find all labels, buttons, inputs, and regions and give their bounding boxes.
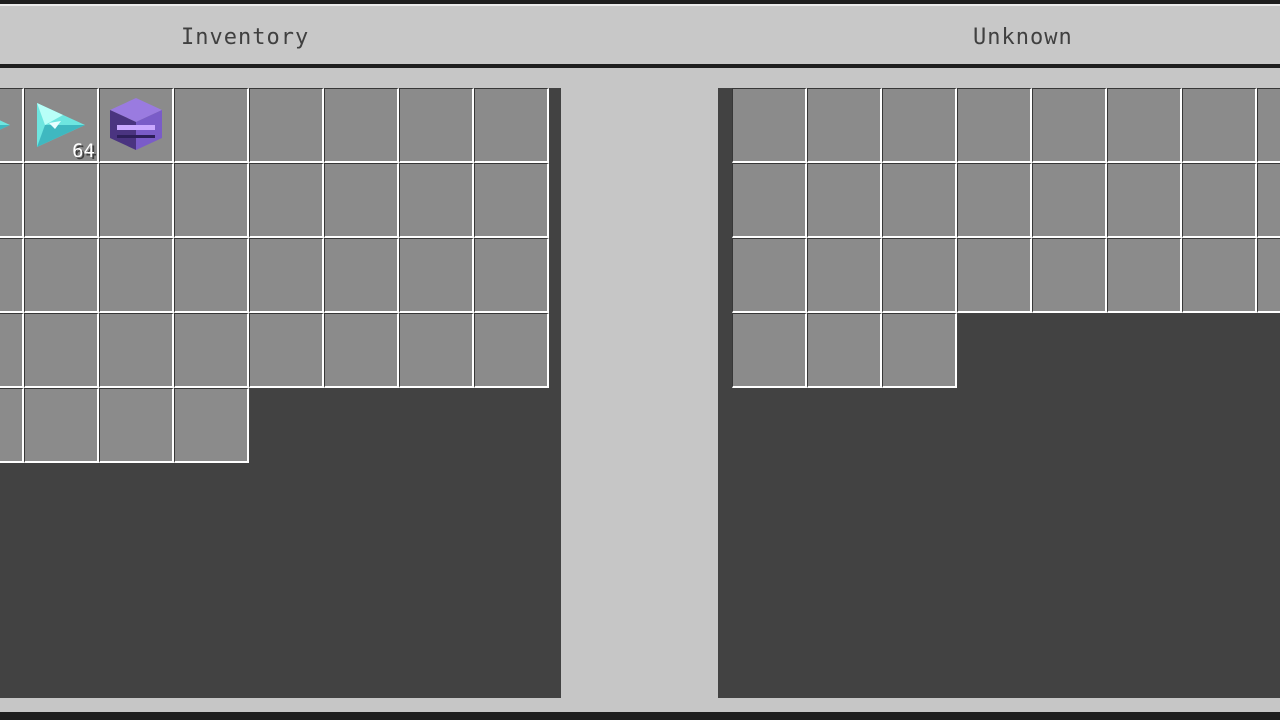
- container-slot[interactable]: [732, 238, 807, 313]
- container-slot[interactable]: [1257, 238, 1280, 313]
- inventory-slot[interactable]: [474, 163, 549, 238]
- empty-space: [399, 388, 474, 463]
- container-slot[interactable]: [807, 88, 882, 163]
- inventory-slot[interactable]: [174, 238, 249, 313]
- inventory-slot[interactable]: [399, 313, 474, 388]
- inventory-slot[interactable]: [174, 163, 249, 238]
- container-grid: [732, 88, 1280, 388]
- container-slot[interactable]: [807, 163, 882, 238]
- inventory-grid: 64: [0, 88, 549, 463]
- empty-space: [1182, 313, 1257, 388]
- empty-space: [474, 388, 549, 463]
- container-slot[interactable]: [1257, 88, 1280, 163]
- footer-bar: [0, 712, 1280, 720]
- inventory-slot[interactable]: [24, 313, 99, 388]
- inventory-slot[interactable]: [474, 313, 549, 388]
- inventory-panel: 64: [0, 88, 561, 698]
- container-slot[interactable]: [882, 163, 957, 238]
- inventory-slot[interactable]: [0, 163, 24, 238]
- inventory-slot[interactable]: [99, 313, 174, 388]
- container-slot[interactable]: [1182, 88, 1257, 163]
- inventory-slot[interactable]: [174, 88, 249, 163]
- prismarine-crystals-icon: [0, 97, 14, 157]
- container-slot[interactable]: [1032, 88, 1107, 163]
- inventory-slot[interactable]: [474, 238, 549, 313]
- container-slot[interactable]: [882, 313, 957, 388]
- container-slot[interactable]: [807, 238, 882, 313]
- inventory-slot[interactable]: [324, 313, 399, 388]
- empty-space: [1107, 313, 1182, 388]
- empty-space: [1032, 313, 1107, 388]
- inventory-slot[interactable]: [249, 88, 324, 163]
- inventory-slot[interactable]: [24, 238, 99, 313]
- inventory-slot[interactable]: [249, 313, 324, 388]
- inventory-slot[interactable]: [249, 163, 324, 238]
- inventory-slot[interactable]: [99, 388, 174, 463]
- inventory-slot[interactable]: 64: [24, 88, 99, 163]
- inventory-slot[interactable]: [0, 313, 24, 388]
- inventory-slot[interactable]: [399, 88, 474, 163]
- inventory-slot[interactable]: [99, 238, 174, 313]
- inventory-slot[interactable]: [474, 88, 549, 163]
- container-panel: [718, 88, 1280, 698]
- container-slot[interactable]: [882, 238, 957, 313]
- empty-space: [249, 388, 324, 463]
- container-slot[interactable]: [957, 163, 1032, 238]
- container-slot[interactable]: [732, 313, 807, 388]
- empty-space: [1257, 313, 1280, 388]
- container-slot[interactable]: [732, 163, 807, 238]
- inventory-slot[interactable]: [24, 388, 99, 463]
- inventory-slot[interactable]: [99, 163, 174, 238]
- container-slot[interactable]: [1032, 163, 1107, 238]
- container-slot[interactable]: [1257, 163, 1280, 238]
- inventory-slot[interactable]: [324, 88, 399, 163]
- container-slot[interactable]: [957, 88, 1032, 163]
- inventory-slot[interactable]: [324, 238, 399, 313]
- container-slot[interactable]: [957, 238, 1032, 313]
- inventory-slot[interactable]: [0, 238, 24, 313]
- container-slot[interactable]: [882, 88, 957, 163]
- inventory-slot[interactable]: [399, 163, 474, 238]
- container-slot[interactable]: [807, 313, 882, 388]
- container-slot[interactable]: [1107, 238, 1182, 313]
- inventory-slot[interactable]: [99, 88, 174, 163]
- container-title: Unknown: [973, 25, 1073, 50]
- container-slot[interactable]: [732, 88, 807, 163]
- shulker-box-icon: [107, 95, 165, 157]
- inventory-slot[interactable]: [324, 163, 399, 238]
- inventory-slot[interactable]: [0, 388, 24, 463]
- inventory-slot[interactable]: [399, 238, 474, 313]
- container-slot[interactable]: [1032, 238, 1107, 313]
- inventory-slot[interactable]: [249, 238, 324, 313]
- empty-space: [324, 388, 399, 463]
- empty-space: [957, 313, 1032, 388]
- inventory-slot[interactable]: [174, 313, 249, 388]
- header-inner: Inventory Unknown: [0, 4, 1280, 64]
- container-slot[interactable]: [1107, 163, 1182, 238]
- inventory-title: Inventory: [181, 25, 310, 50]
- item-count: 64: [72, 140, 95, 162]
- header-bar: Inventory Unknown: [0, 0, 1280, 68]
- inventory-slot[interactable]: [0, 88, 24, 163]
- container-slot[interactable]: [1182, 163, 1257, 238]
- inventory-slot[interactable]: [24, 163, 99, 238]
- container-slot[interactable]: [1107, 88, 1182, 163]
- inventory-slot[interactable]: [174, 388, 249, 463]
- container-slot[interactable]: [1182, 238, 1257, 313]
